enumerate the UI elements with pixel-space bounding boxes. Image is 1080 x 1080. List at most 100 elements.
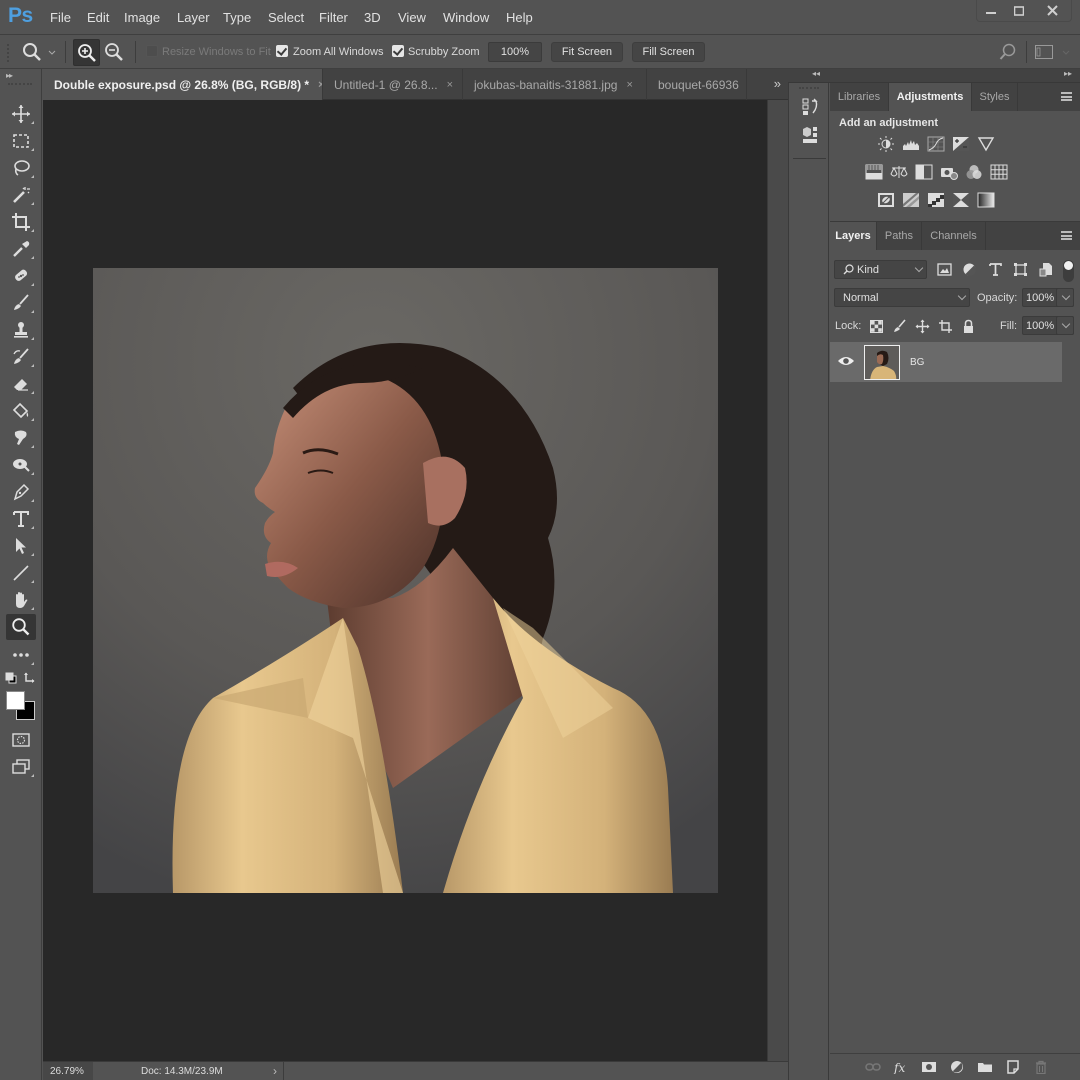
tab-jokubas-banaitis[interactable]: jokubas-banaitis-31881.jpg × <box>463 69 647 100</box>
fit-screen-button[interactable]: Fit Screen <box>551 42 623 62</box>
zoom-out-button[interactable] <box>103 41 125 63</box>
black-white-button[interactable] <box>914 163 934 181</box>
workspace-switcher[interactable] <box>1034 43 1054 61</box>
minimize-button[interactable] <box>977 0 1005 21</box>
zoom-in-button[interactable] <box>73 39 100 66</box>
fill-screen-button[interactable]: Fill Screen <box>632 42 705 62</box>
resize-windows-checkbox[interactable] <box>146 45 158 57</box>
blend-mode-select[interactable]: Normal <box>834 288 970 307</box>
more-tabs-icon[interactable]: » <box>774 76 781 91</box>
expand-toolbox-icon[interactable]: ▸▸ <box>6 71 13 80</box>
chevron-down-icon[interactable] <box>48 50 56 56</box>
menu-3d[interactable]: 3D <box>364 10 381 25</box>
paint-bucket-tool[interactable] <box>6 399 36 423</box>
toolbox-grip[interactable] <box>8 83 32 86</box>
move-tool[interactable] <box>6 102 36 126</box>
close-tab-icon[interactable]: × <box>447 79 453 91</box>
scrubby-zoom-checkbox[interactable] <box>392 45 404 57</box>
zoom-percent-field[interactable]: 100% <box>488 42 542 62</box>
tab-bouquet[interactable]: bouquet-66936 <box>647 69 747 100</box>
photo-filter-button[interactable] <box>939 163 959 181</box>
foreground-color-swatch[interactable] <box>6 691 25 710</box>
history-brush-tool[interactable] <box>6 345 36 369</box>
menu-layer[interactable]: Layer <box>177 10 210 25</box>
collapse-dock-icon[interactable]: ◂◂ <box>812 69 820 78</box>
gradient-map-button[interactable] <box>976 191 996 209</box>
hand-tool[interactable] <box>6 588 36 612</box>
eyedropper-tool[interactable] <box>6 237 36 261</box>
lock-position[interactable] <box>913 317 931 335</box>
menu-window[interactable]: Window <box>443 10 489 25</box>
chevron-down-icon[interactable] <box>1062 50 1070 56</box>
posterize-button[interactable] <box>901 191 921 209</box>
default-colors-icon[interactable] <box>5 672 17 684</box>
lock-all[interactable] <box>959 317 977 335</box>
exposure-button[interactable] <box>951 135 971 153</box>
options-bar-grip[interactable] <box>7 44 9 62</box>
layer-filter-toggle[interactable] <box>1063 260 1074 282</box>
filter-shape-layers[interactable] <box>1011 260 1029 278</box>
quick-mask-button[interactable] <box>6 728 36 752</box>
clone-stamp-tool[interactable] <box>6 318 36 342</box>
menu-file[interactable]: File <box>50 10 71 25</box>
close-tab-icon[interactable]: × <box>626 79 632 91</box>
tab-untitled-1[interactable]: Untitled-1 @ 26.8... × <box>323 69 463 100</box>
filter-adjustment-layers[interactable] <box>960 260 978 278</box>
opacity-dropdown[interactable] <box>1056 288 1074 307</box>
dodge-tool[interactable] <box>6 453 36 477</box>
filter-type-layers[interactable] <box>986 260 1004 278</box>
vibrance-button[interactable] <box>976 135 996 153</box>
add-layer-mask-button[interactable] <box>920 1059 938 1075</box>
eraser-tool[interactable] <box>6 372 36 396</box>
lock-artboard[interactable] <box>936 317 954 335</box>
type-tool[interactable] <box>6 507 36 531</box>
status-menu-arrow[interactable]: › <box>273 1064 277 1078</box>
document-image[interactable] <box>93 268 718 893</box>
curves-button[interactable] <box>926 135 946 153</box>
dock-grip[interactable] <box>799 87 819 89</box>
zoom-level-field[interactable]: 26.79% <box>43 1062 93 1080</box>
zoom-all-windows-checkbox[interactable] <box>276 45 288 57</box>
tab-libraries[interactable]: Libraries <box>830 83 889 111</box>
maximize-button[interactable] <box>1005 0 1033 21</box>
search-button[interactable] <box>998 42 1018 62</box>
crop-tool[interactable] <box>6 210 36 234</box>
panel-menu-icon[interactable] <box>1061 231 1072 240</box>
add-layer-style-button[interactable]: fx <box>892 1059 910 1075</box>
pen-tool[interactable] <box>6 480 36 504</box>
menu-edit[interactable]: Edit <box>87 10 109 25</box>
close-window-button[interactable] <box>1033 0 1071 21</box>
new-layer-button[interactable] <box>1004 1059 1022 1075</box>
color-lookup-button[interactable] <box>989 163 1009 181</box>
tab-paths[interactable]: Paths <box>877 222 922 250</box>
tab-double-exposure[interactable]: Double exposure.psd @ 26.8% (BG, RGB/8) … <box>43 69 323 100</box>
layer-row-bg[interactable]: BG <box>830 342 1062 382</box>
smudge-tool[interactable] <box>6 426 36 450</box>
new-adjustment-layer-button[interactable] <box>948 1059 966 1075</box>
properties-panel-button[interactable] <box>798 123 822 147</box>
history-panel-button[interactable] <box>798 95 822 119</box>
magic-wand-tool[interactable] <box>6 183 36 207</box>
vertical-scrollbar[interactable] <box>767 100 788 1061</box>
tab-styles[interactable]: Styles <box>972 83 1018 111</box>
hue-saturation-button[interactable] <box>864 163 884 181</box>
menu-filter[interactable]: Filter <box>319 10 348 25</box>
zoom-tool[interactable] <box>6 614 36 640</box>
levels-button[interactable] <box>901 135 921 153</box>
swap-colors-icon[interactable] <box>23 671 36 684</box>
brush-tool[interactable] <box>6 291 36 315</box>
tab-layers[interactable]: Layers <box>830 222 877 250</box>
delete-layer-button[interactable] <box>1032 1059 1050 1075</box>
rectangular-marquee-tool[interactable] <box>6 129 36 153</box>
new-group-button[interactable] <box>976 1059 994 1075</box>
threshold-button[interactable] <box>926 191 946 209</box>
panel-menu-icon[interactable] <box>1061 92 1072 101</box>
edit-toolbar-button[interactable] <box>6 643 36 667</box>
lock-transparent-pixels[interactable] <box>867 317 885 335</box>
invert-button[interactable] <box>876 191 896 209</box>
menu-select[interactable]: Select <box>268 10 304 25</box>
fill-dropdown[interactable] <box>1056 316 1074 335</box>
path-selection-tool[interactable] <box>6 534 36 558</box>
selective-color-button[interactable] <box>951 191 971 209</box>
menu-image[interactable]: Image <box>124 10 160 25</box>
